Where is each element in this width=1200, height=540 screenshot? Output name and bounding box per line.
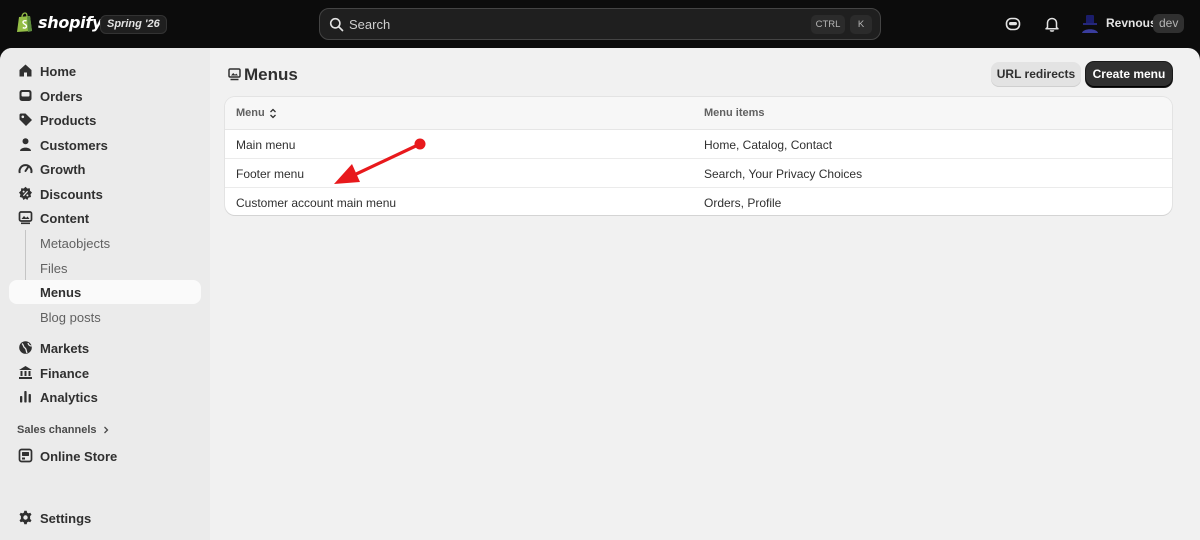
sidebar-item-settings[interactable]: Settings — [9, 506, 201, 530]
logo-wordmark: shopify — [38, 13, 103, 32]
home-icon — [19, 64, 32, 77]
sidebar-subitem-label: Blog posts — [40, 310, 101, 325]
menu-items-cell: Orders, Profile — [704, 196, 782, 210]
bank-icon — [19, 366, 32, 379]
create-menu-button[interactable]: Create menu — [1086, 62, 1172, 87]
edition-badge[interactable]: Spring '26 — [100, 15, 167, 34]
sidebar-subitem-blog-posts[interactable]: Blog posts — [9, 305, 201, 329]
search-bar[interactable]: Search CTRL K — [319, 8, 881, 40]
shopify-bag-icon — [17, 12, 32, 32]
table-row[interactable]: Customer account main menu Orders, Profi… — [225, 188, 1172, 215]
app-frame: Home Orders Products Customers Growth Di… — [0, 48, 1200, 540]
globe-icon — [19, 341, 32, 354]
sidebar-item-label: Markets — [40, 341, 90, 356]
shortcut-k-key: K — [850, 15, 872, 34]
shopify-logo[interactable]: shopify — [16, 12, 102, 33]
sidebar-item-label: Home — [40, 64, 77, 79]
page-title: Menus — [244, 65, 298, 84]
sidebar-item-label: Growth — [40, 162, 86, 177]
sidebar-subitem-files[interactable]: Files — [9, 256, 201, 280]
gauge-icon — [18, 164, 33, 174]
column-header-label: Menu — [236, 107, 265, 119]
sales-channels-label: Sales channels — [17, 424, 97, 436]
sidebar-subitem-label: Files — [40, 261, 68, 276]
sidebar-item-home[interactable]: Home — [9, 59, 201, 83]
user-name[interactable]: Revnous — [1106, 16, 1157, 30]
content-icon — [228, 68, 241, 81]
user-avatar[interactable] — [1080, 14, 1100, 34]
sidebar-subitem-metaobjects[interactable]: Metaobjects — [9, 231, 201, 255]
tag-icon — [19, 113, 32, 126]
top-bar: shopify Spring '26 Search CTRL K Revnous… — [0, 0, 1200, 48]
sidebar-item-products[interactable]: Products — [9, 108, 201, 132]
url-redirects-button[interactable]: URL redirects — [991, 62, 1081, 87]
sidebar-item-label: Online Store — [40, 449, 118, 464]
sidebar-item-label: Discounts — [40, 187, 103, 202]
store-icon — [18, 448, 33, 463]
sales-channels-heading[interactable]: Sales channels — [17, 424, 110, 436]
sidebar-item-label: Finance — [40, 366, 90, 381]
sidebar-item-label: Settings — [40, 511, 92, 526]
sidebar-item-analytics[interactable]: Analytics — [9, 385, 201, 409]
sidebar-item-label: Content — [40, 211, 90, 226]
sidebar-item-markets[interactable]: Markets — [9, 336, 201, 360]
annotation-arrow — [334, 138, 426, 184]
sidebar-item-label: Orders — [40, 89, 83, 104]
column-header-menu[interactable]: Menu — [236, 107, 277, 119]
sidebar-item-content[interactable]: Content — [9, 206, 201, 230]
bar-chart-icon — [20, 391, 31, 403]
menu-name-cell[interactable]: Main menu — [236, 138, 295, 152]
inbox-icon — [19, 90, 32, 101]
discount-icon — [19, 186, 32, 200]
person-icon — [20, 138, 31, 151]
sidebar-item-finance[interactable]: Finance — [9, 361, 201, 385]
menu-name-cell[interactable]: Customer account main menu — [236, 196, 396, 210]
menu-items-cell: Search, Your Privacy Choices — [704, 167, 863, 181]
sidebar-item-discounts[interactable]: Discounts — [9, 182, 201, 206]
sidebar-subitem-menus[interactable]: Menus — [9, 280, 201, 304]
shortcut-ctrl-key: CTRL — [811, 15, 845, 34]
sort-icon[interactable] — [269, 108, 277, 119]
search-icon — [329, 17, 344, 31]
gear-icon — [19, 510, 32, 525]
sidebar-item-growth[interactable]: Growth — [9, 157, 201, 181]
column-header-menu-items: Menu items — [704, 107, 765, 119]
sidebar-item-label: Customers — [40, 138, 108, 153]
column-header-label: Menu items — [704, 107, 765, 119]
sidebar-item-customers[interactable]: Customers — [9, 133, 201, 157]
chevron-right-icon — [103, 426, 108, 434]
bell-icon[interactable] — [1043, 15, 1061, 33]
sidebar-item-label: Products — [40, 113, 97, 128]
sidebar: Home Orders Products Customers Growth Di… — [0, 48, 210, 540]
sidekick-icon[interactable] — [1004, 15, 1022, 33]
sidebar-subitem-label: Menus — [40, 285, 82, 300]
environment-badge: dev — [1153, 14, 1185, 33]
sidebar-item-online-store[interactable]: Online Store — [9, 444, 201, 468]
content-icon — [18, 211, 33, 225]
table-header: Menu Menu items — [225, 97, 1172, 130]
sidebar-item-orders[interactable]: Orders — [9, 84, 201, 108]
menu-name-cell[interactable]: Footer menu — [236, 167, 304, 181]
sidebar-subitem-label: Metaobjects — [40, 236, 111, 251]
search-placeholder: Search — [349, 16, 391, 32]
sidebar-item-label: Analytics — [40, 390, 98, 405]
menu-items-cell: Home, Catalog, Contact — [704, 138, 833, 152]
